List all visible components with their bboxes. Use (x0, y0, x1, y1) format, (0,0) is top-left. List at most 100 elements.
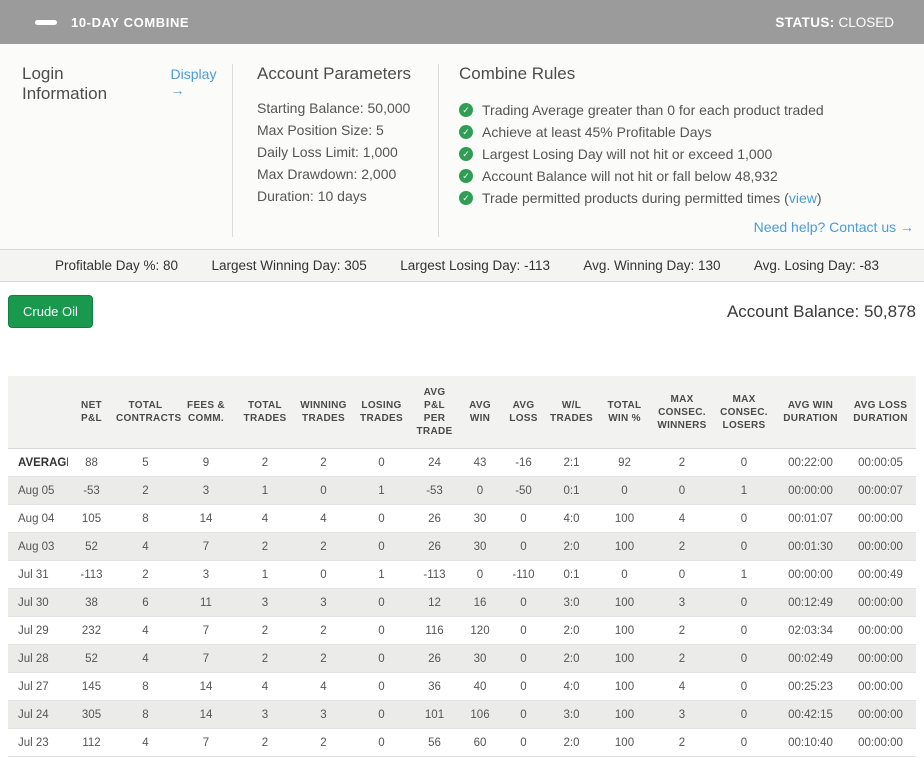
cell-value: 3 (236, 701, 294, 729)
cell-value: 12 (410, 589, 459, 617)
cell-value: -53 (410, 477, 459, 505)
cell-value: 0 (501, 645, 546, 673)
stat-item: Avg. Losing Day: -83 (754, 258, 879, 273)
cell-value: 116 (410, 617, 459, 645)
contact-us-link[interactable]: Need help? Contact us → (754, 219, 914, 235)
login-information-title: Login Information (22, 64, 149, 104)
cell-value: 4 (115, 617, 176, 645)
daily-stats-bar: Profitable Day %: 80Largest Winning Day:… (0, 249, 924, 282)
cell-value: -53 (68, 477, 115, 505)
cell-value: 88 (68, 449, 115, 477)
cell-value: 0 (597, 561, 652, 589)
cell-value: 105 (68, 505, 115, 533)
cell-value: 00:00:00 (776, 561, 845, 589)
cell-value: 00:12:49 (776, 589, 845, 617)
cell-value: 2 (652, 645, 712, 673)
product-tab-crude-oil[interactable]: Crude Oil (8, 295, 93, 328)
check-icon: ✓ (459, 169, 473, 183)
cell-value: 0 (712, 701, 776, 729)
info-panels: Login Information Display → Account Para… (0, 44, 924, 249)
cell-value: 0:1 (546, 561, 597, 589)
cell-value: 2 (236, 645, 294, 673)
cell-value: 100 (597, 589, 652, 617)
cell-value: 2 (294, 449, 353, 477)
cell-value: 0 (353, 589, 410, 617)
column-header: NETP&L (68, 376, 115, 449)
cell-value: 100 (597, 701, 652, 729)
cell-value: 0 (353, 673, 410, 701)
check-icon: ✓ (459, 191, 473, 205)
display-link[interactable]: Display → (171, 66, 232, 98)
cell-value: 00:00:00 (845, 673, 916, 701)
cell-value: 3 (176, 561, 236, 589)
account-parameters-title: Account Parameters (257, 64, 438, 84)
cell-value: 0 (597, 477, 652, 505)
combine-rules-title: Combine Rules (459, 64, 916, 84)
cell-value: 0 (501, 589, 546, 617)
cell-value: 5 (115, 449, 176, 477)
cell-value: 0 (712, 505, 776, 533)
cell-value: 00:00:00 (845, 645, 916, 673)
cell-value: 30 (459, 533, 501, 561)
cell-value: 100 (597, 673, 652, 701)
cell-value: 2 (236, 617, 294, 645)
cell-value: 7 (176, 645, 236, 673)
login-information-panel: Login Information Display → (22, 64, 232, 237)
cell-value: 0 (353, 701, 410, 729)
cell-value: 8 (115, 505, 176, 533)
account-summary-row: Crude Oil Account Balance: 50,878 (0, 282, 924, 328)
status-value: CLOSED (838, 15, 894, 30)
cell-value: 14 (176, 505, 236, 533)
status-indicator: STATUS: CLOSED (775, 15, 894, 30)
parameter-item: Starting Balance: 50,000 (257, 97, 438, 119)
rule-text: Achieve at least 45% Profitable Days (482, 121, 712, 143)
cell-value: 4 (236, 505, 294, 533)
cell-value: 56 (410, 729, 459, 757)
cell-value: 0 (501, 505, 546, 533)
cell-value: 3 (294, 701, 353, 729)
cell-value: 00:00:05 (845, 449, 916, 477)
column-header: MAXCONSEC.LOSERS (712, 376, 776, 449)
combine-rules-panel: Combine Rules ✓ Trading Average greater t… (438, 64, 916, 237)
collapse-minus-icon[interactable] (35, 20, 57, 25)
cell-value: 2 (294, 729, 353, 757)
cell-value: 14 (176, 673, 236, 701)
cell-value: 1 (712, 477, 776, 505)
cell-value: 00:00:00 (776, 477, 845, 505)
cell-value: 2:1 (546, 449, 597, 477)
row-label: Jul 27 (8, 673, 68, 701)
cell-value: 8 (115, 673, 176, 701)
cell-value: 26 (410, 645, 459, 673)
stat-item: Avg. Winning Day: 130 (583, 258, 720, 273)
cell-value: 4 (294, 505, 353, 533)
page-title: 10-DAY COMBINE (71, 15, 189, 30)
cell-value: 00:42:15 (776, 701, 845, 729)
cell-value: 2 (294, 617, 353, 645)
rule-text: Trading Average greater than 0 for each … (482, 99, 824, 121)
stat-item: Profitable Day %: 80 (55, 258, 178, 273)
cell-value: 52 (68, 533, 115, 561)
cell-value: 3 (176, 477, 236, 505)
cell-value: 8 (115, 701, 176, 729)
check-icon: ✓ (459, 147, 473, 161)
cell-value: -113 (68, 561, 115, 589)
cell-value: 2 (652, 449, 712, 477)
cell-value: 00:00:00 (845, 729, 916, 757)
row-label: Jul 29 (8, 617, 68, 645)
cell-value: 1 (353, 477, 410, 505)
cell-value: 00:25:23 (776, 673, 845, 701)
cell-value: 2 (652, 533, 712, 561)
cell-value: 1 (712, 561, 776, 589)
table-row: Jul 2311247220566002:01002000:10:4000:00… (8, 729, 916, 757)
cell-value: 0 (459, 561, 501, 589)
cell-value: 0 (501, 617, 546, 645)
cell-value: 11 (176, 589, 236, 617)
column-header: AVGLOSS (501, 376, 546, 449)
cell-value: 101 (410, 701, 459, 729)
column-header: AVG WINDURATION (776, 376, 845, 449)
cell-value: 0 (652, 477, 712, 505)
view-link[interactable]: view (789, 190, 817, 206)
cell-value: 0 (353, 645, 410, 673)
cell-value: 00:00:00 (845, 617, 916, 645)
column-header-blank (8, 376, 68, 449)
